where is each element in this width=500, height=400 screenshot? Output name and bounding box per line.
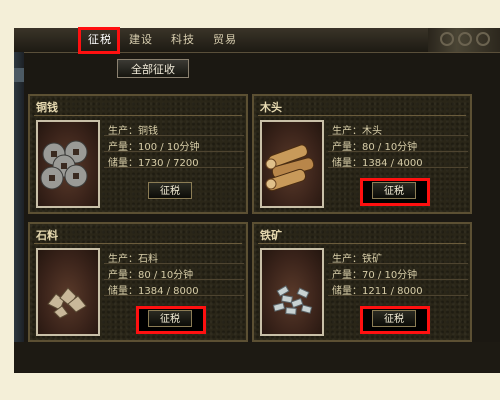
info-divider (328, 295, 468, 296)
tax-button[interactable]: 征税 (148, 182, 192, 199)
tab-tax[interactable]: 征税 (88, 33, 112, 47)
resource-title: 木头 (260, 101, 282, 114)
info-divider (104, 151, 244, 152)
info-divider (104, 167, 244, 168)
ornament-ring (440, 32, 454, 46)
title-divider (258, 243, 466, 244)
resource-panel-copper: 铜钱 生产：铜钱 产量：100 / 10分钟 储量：1730 / 7200 征税 (28, 94, 248, 214)
tax-button[interactable]: 征税 (372, 182, 416, 199)
coins-icon (36, 120, 100, 208)
ornament-ring (458, 32, 472, 46)
collect-all-button[interactable]: 全部征收 (117, 59, 189, 78)
info-divider (328, 151, 468, 152)
info-divider (104, 279, 244, 280)
resource-title: 石料 (36, 229, 58, 242)
info-divider (328, 167, 468, 168)
tab-tech[interactable]: 科技 (171, 33, 195, 47)
info-divider (104, 263, 244, 264)
wood-icon (260, 120, 324, 208)
menu-bar-ornament (428, 28, 500, 52)
resource-title: 铜钱 (36, 101, 58, 114)
title-divider (34, 243, 242, 244)
iron-ore-icon (260, 248, 324, 336)
title-divider (34, 115, 242, 116)
info-divider (328, 135, 468, 136)
resource-panel-stone: 石料 生产：石料 产量：80 / 10分钟 储量：1384 / 8000 征税 (28, 222, 248, 342)
stone-icon (36, 248, 100, 336)
ornament-ring (476, 32, 490, 46)
title-divider (258, 115, 466, 116)
resource-panel-wood: 木头 生产：木头 产量：80 / 10分钟 储量：1384 / 4000 征税 (252, 94, 472, 214)
side-panel-tab[interactable] (14, 68, 24, 82)
info-divider (328, 279, 468, 280)
resource-title: 铁矿 (260, 229, 282, 242)
info-divider (104, 135, 244, 136)
info-divider (104, 295, 244, 296)
tab-trade[interactable]: 贸易 (213, 33, 237, 47)
tab-build[interactable]: 建设 (129, 33, 153, 47)
resource-panel-iron: 铁矿 生产：铁矿 产量：70 / 10分钟 储量：1211 / 8000 征税 (252, 222, 472, 342)
tax-button[interactable]: 征税 (372, 310, 416, 327)
bottom-border (14, 342, 500, 372)
tax-button[interactable]: 征税 (148, 310, 192, 327)
info-divider (328, 263, 468, 264)
side-panel-edge (14, 52, 24, 342)
